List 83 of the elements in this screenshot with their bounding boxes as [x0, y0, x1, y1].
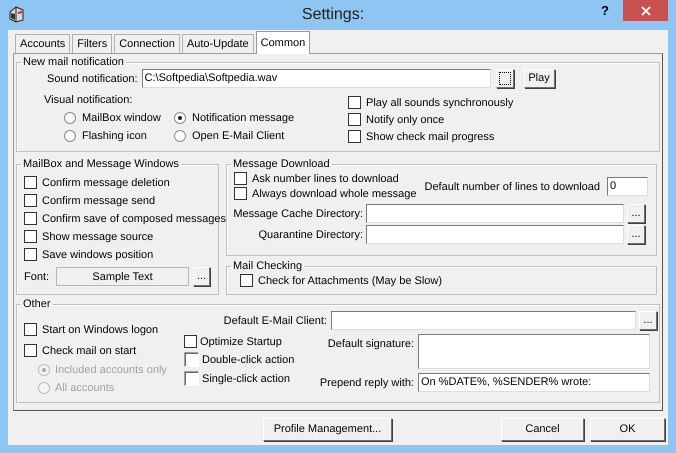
browse-button[interactable]: ... — [627, 225, 645, 244]
input-field[interactable]: C:\Softpedia\Softpedia.wav — [142, 69, 491, 88]
tab[interactable]: Accounts — [15, 34, 70, 53]
field-label: Default E-Mail Client: — [224, 314, 327, 326]
input-field[interactable] — [366, 225, 624, 244]
radio-button[interactable] — [174, 130, 186, 142]
checkbox[interactable] — [348, 130, 361, 143]
checkbox[interactable] — [24, 176, 37, 189]
group-title: Mail Checking — [232, 260, 304, 272]
radio-label: Open E-Mail Client — [192, 130, 284, 142]
mailbox-icon — [8, 5, 25, 23]
checkbox[interactable] — [184, 335, 197, 348]
close-icon — [640, 6, 650, 16]
browse-button[interactable] — [496, 69, 514, 88]
checkbox[interactable] — [184, 371, 199, 386]
checkbox-label: Optimize Startup — [200, 336, 282, 348]
checkbox-label: Play all sounds synchronously — [366, 96, 514, 108]
radio-label: MailBox window — [82, 112, 161, 124]
checkbox[interactable] — [24, 212, 37, 225]
checkbox-label: Double-click action — [202, 354, 294, 366]
checkbox[interactable] — [348, 113, 361, 126]
group-title: Message Download — [232, 158, 331, 170]
checkbox[interactable] — [240, 274, 253, 287]
text-area[interactable] — [418, 334, 650, 369]
browse-button[interactable]: ... — [639, 311, 657, 330]
checkbox-label: Ask number lines to download — [252, 172, 399, 184]
radio-label: Included accounts only — [55, 364, 167, 376]
tab[interactable]: Connection — [114, 34, 180, 53]
checkbox[interactable] — [234, 172, 247, 185]
checkbox-label: Always download whole message — [252, 188, 416, 200]
radio-label: Notification message — [192, 112, 294, 124]
checkbox[interactable] — [24, 323, 37, 336]
checkbox[interactable] — [24, 344, 37, 357]
checkbox-label: Confirm message deletion — [42, 176, 170, 188]
checkbox[interactable] — [24, 194, 37, 207]
play-button[interactable]: Play — [524, 69, 555, 88]
checkbox[interactable] — [24, 248, 37, 261]
checkbox-label: Confirm save of composed messages — [42, 212, 226, 224]
checkbox[interactable] — [24, 230, 37, 243]
field-label: Prepend reply with: — [319, 376, 414, 388]
radio-label: All accounts — [55, 382, 114, 394]
browse-button[interactable]: ... — [193, 267, 210, 286]
tab[interactable]: Common — [256, 31, 310, 54]
radio-button[interactable] — [64, 112, 76, 124]
checkbox-label: Check for Attachments (May be Slow) — [258, 274, 442, 286]
field-label: Sound notification: — [47, 72, 138, 84]
window-title: Settings: — [300, 6, 366, 24]
close-button[interactable] — [623, 0, 668, 21]
checkbox-label: Save windows position — [42, 248, 154, 260]
field-label: Message Cache Directory: — [233, 208, 363, 220]
dialog-button[interactable]: Cancel — [501, 418, 584, 441]
checkbox-label: Show message source — [42, 230, 154, 242]
checkbox-label: Check mail on start — [42, 344, 136, 356]
input-field[interactable]: On %DATE%, %SENDER% wrote: — [418, 373, 650, 392]
checkbox[interactable] — [184, 352, 199, 367]
checkbox-label: Notify only once — [366, 114, 444, 126]
group-title: New mail notification — [22, 56, 125, 68]
radio-button[interactable] — [64, 130, 76, 142]
checkbox[interactable] — [234, 187, 247, 200]
dialog-button[interactable]: OK — [590, 418, 665, 441]
browse-button[interactable]: ... — [627, 204, 645, 223]
checkbox[interactable] — [348, 96, 361, 109]
checkbox-label: Single-click action — [202, 372, 290, 384]
field-label: Visual notification: — [44, 94, 134, 106]
radio-button[interactable] — [174, 112, 186, 124]
checkbox-label: Show check mail progress — [366, 130, 494, 142]
radio-label: Flashing icon — [82, 130, 147, 142]
help-button[interactable]: ? — [601, 3, 609, 18]
checkbox-label: Start on Windows logon — [42, 324, 158, 336]
group-title: MailBox and Message Windows — [22, 158, 180, 170]
field-label: Quarantine Directory: — [257, 228, 363, 240]
field-label: Default number of lines to download — [424, 180, 600, 192]
field-label: Default signature: — [326, 338, 414, 350]
dialog-button[interactable]: Profile Management... — [263, 418, 392, 441]
input-field[interactable] — [331, 311, 636, 330]
group-title: Other — [22, 298, 52, 310]
tab[interactable]: Auto-Update — [182, 34, 254, 53]
input-field[interactable] — [366, 204, 624, 223]
input-field[interactable]: 0 — [607, 177, 648, 196]
font-sample: Sample Text — [56, 267, 190, 286]
field-label: Font: — [24, 270, 50, 282]
checkbox-label: Confirm message send — [42, 194, 156, 206]
tab[interactable]: Filters — [72, 34, 112, 53]
